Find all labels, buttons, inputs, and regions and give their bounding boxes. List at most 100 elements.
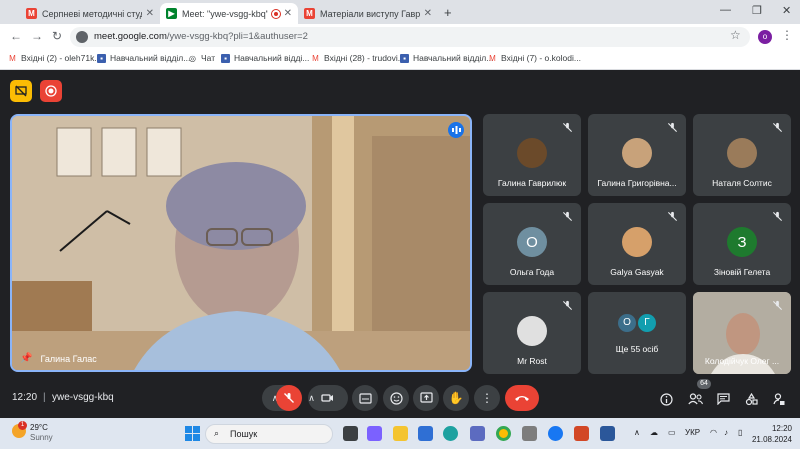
address-bar[interactable]: meet.google.com/ywe-vsgg-kbq?pli=1&authu… [70,27,750,47]
bookmark-item[interactable]: M Вхідні (2) - oleh71k... [8,53,101,63]
facebook-icon[interactable] [548,426,563,441]
close-icon[interactable]: ✕ [424,8,432,19]
main-speaker-tile[interactable]: 📌 Галина Галас [10,114,472,372]
mic-off-button[interactable] [276,385,302,411]
printer-icon[interactable]: ▭ [668,428,676,437]
file-explorer-icon[interactable] [393,426,408,441]
language-indicator[interactable]: УКР [685,428,700,437]
reload-icon[interactable]: ↻ [52,29,62,43]
meeting-details-button[interactable] [657,390,675,408]
mic-off-icon [667,211,678,222]
new-tab-button[interactable]: + [444,5,452,20]
system-clock[interactable]: 12:20 21.08.2024 [750,423,792,445]
close-icon[interactable]: ✕ [146,8,154,19]
more-options-button[interactable]: ⋮ [474,385,500,411]
lock-person-icon [773,392,785,405]
participant-tile[interactable]: З Зіновій Гелета [693,203,791,285]
participant-tile[interactable]: О Ольга Года [483,203,581,285]
close-icon[interactable]: ✕ [284,8,292,19]
reactions-button[interactable] [383,385,409,411]
host-controls-button[interactable] [770,390,788,408]
battery-icon[interactable]: ▯ [738,428,742,437]
participant-tile[interactable]: Колодійчук Олег ... [693,292,791,374]
chrome-icon[interactable] [496,426,511,441]
avatar: З [727,227,757,257]
pin-icon: 📌 [20,353,33,364]
screen-share-off-indicator[interactable] [10,80,32,102]
mic-off-icon [562,300,573,311]
bookmark-item[interactable]: ◎ Чат [188,53,215,63]
more-participants-label: Ще 55 осіб [615,344,659,354]
participant-tile[interactable]: Mr Rost [483,292,581,374]
bookmarks-bar: M Вхідні (2) - oleh71k... ▪ Навчальний в… [0,50,800,70]
bookmark-item[interactable]: M Вхідні (7) - o.kolodi... [488,53,581,63]
clock-date: 21.08.2024 [751,435,792,444]
recording-indicator[interactable] [40,80,62,102]
chat-button[interactable] [714,390,732,408]
menu-icon[interactable]: ⋮ [781,28,793,42]
camera-icon[interactable] [321,392,334,404]
avatar: Г [638,314,656,332]
participant-name: Ольга Года [509,267,555,277]
edge-icon[interactable] [443,426,458,441]
tab-label: Серпневі методичні студії - 20 [42,8,142,19]
activities-button[interactable] [742,390,760,408]
people-button[interactable] [686,390,704,408]
participant-tile[interactable]: Галина Гаврилюк [483,114,581,196]
task-view-icon[interactable] [343,426,358,441]
chat-icon [716,393,730,405]
maximize-icon[interactable]: ❐ [752,4,762,17]
word-icon[interactable] [600,426,615,441]
mic-off-icon [562,122,573,133]
bookmark-label: Навчальний відділ... [110,53,191,63]
chevron-up-icon[interactable]: ∧ [308,393,315,404]
app-icon[interactable] [522,426,537,441]
tab-materials[interactable]: M Матеріали виступу Гаврилюк ✕ [298,3,438,24]
bookmark-item[interactable]: ▪ Навчальний відділ... [400,53,493,63]
meeting-clock: 12:20 [12,392,38,403]
participant-name: Галина Григорівна... [597,178,677,188]
teams-icon[interactable] [367,426,382,441]
bookmark-item[interactable]: ▪ Навчальний відді... [221,53,309,63]
weather-widget[interactable]: 29°C Sunny [30,423,53,443]
avatar: О [517,227,547,257]
more-participants-tile[interactable]: О Г Ще 55 осіб [588,292,686,374]
wifi-icon[interactable]: ◠ [710,428,717,437]
participant-name: Mr Rost [517,356,547,366]
tab-meet[interactable]: ▶ Meet: "ywe-vsgg-kbq" ✕ [160,3,298,24]
bookmark-item[interactable]: ▪ Навчальний відділ... [97,53,190,63]
avatar [517,138,547,168]
bookmark-star-icon[interactable]: ☆ [730,28,741,42]
bookmark-item[interactable]: M Вхідні (28) - trudovi... [311,53,405,63]
taskbar-search[interactable]: ⌕ Пошук [205,424,333,444]
participant-name: Galya Gasyak [610,267,664,277]
raise-hand-button[interactable]: ✋ [443,385,469,411]
cloud-icon[interactable]: ☁ [650,428,658,437]
forward-icon[interactable]: → [31,29,43,43]
volume-icon[interactable]: ♪ [724,428,728,437]
present-button[interactable] [413,385,439,411]
site-info-icon[interactable] [76,31,88,43]
powerpoint-icon[interactable] [574,426,589,441]
more-vert-icon: ⋮ [481,391,493,405]
windows-start-icon[interactable] [185,426,200,441]
profile-avatar[interactable]: o [758,30,772,44]
mic-off-icon [772,122,783,133]
gmail-icon: M [26,8,37,19]
people-count-badge: 64 [697,379,711,389]
mail-app-icon[interactable] [418,426,433,441]
leave-call-button[interactable] [505,385,539,411]
tab-gmail-studios[interactable]: M Серпневі методичні студії - 20 ✕ [20,3,160,24]
participant-tile[interactable]: Наталя Солтис [693,114,791,196]
window-close-icon[interactable]: ✕ [782,4,791,17]
emoji-icon [389,391,403,405]
participant-tile[interactable]: Галина Григорівна... [588,114,686,196]
store-icon[interactable] [470,426,485,441]
participant-tile[interactable]: Galya Gasyak [588,203,686,285]
mic-off-icon [284,393,294,403]
chevron-up-icon[interactable]: ∧ [634,428,640,437]
captions-button[interactable] [352,385,378,411]
minimize-icon[interactable]: — [720,4,731,16]
windows-taskbar: 1 29°C Sunny ⌕ Пошук ∧ ☁ ▭ УКР ◠ ♪ ▯ 12:… [0,418,800,449]
back-icon[interactable]: ← [10,29,22,43]
